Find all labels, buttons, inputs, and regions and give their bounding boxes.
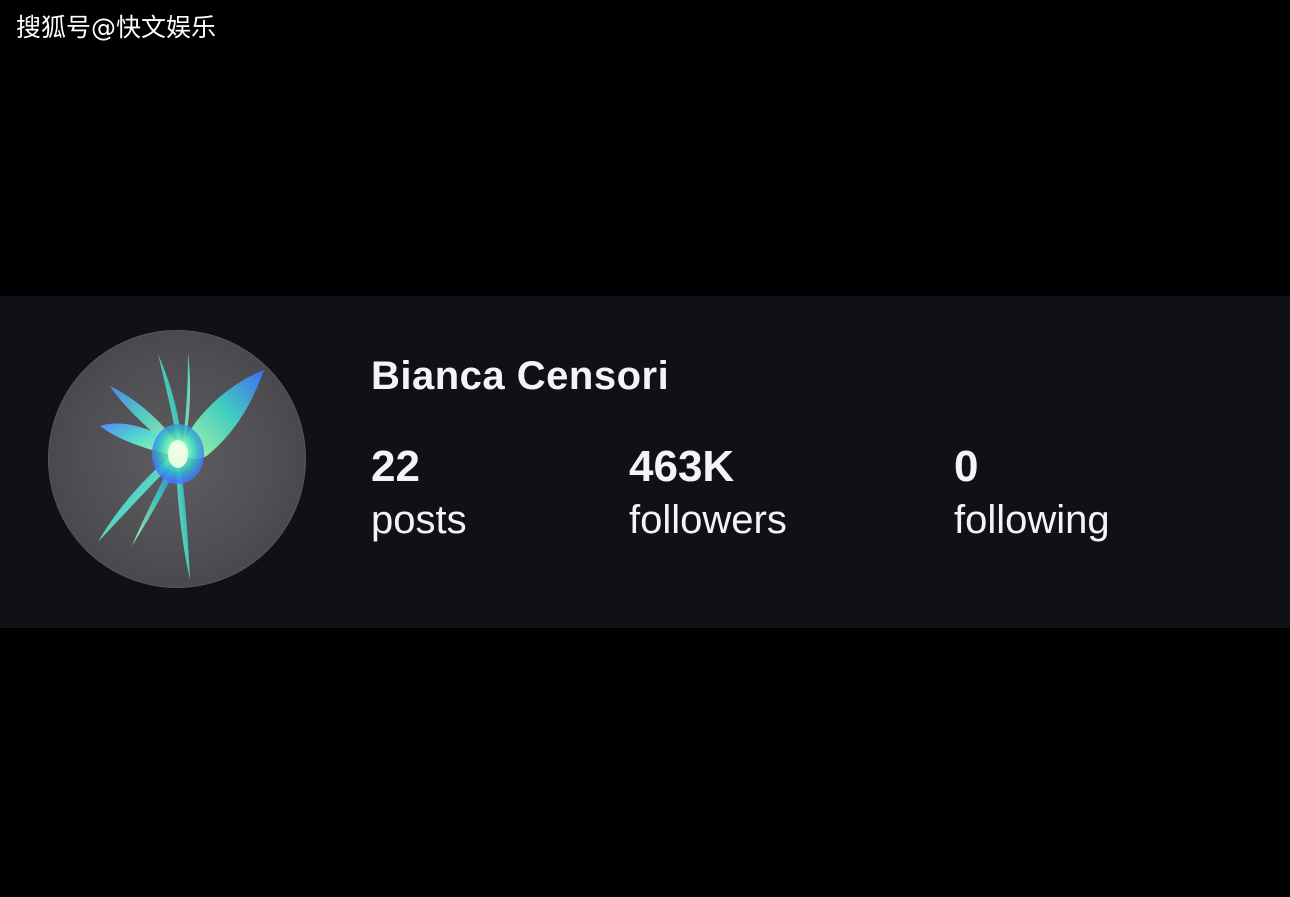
followers-count: 463K (629, 442, 735, 491)
posts-label: posts (371, 498, 467, 542)
followers-label: followers (629, 498, 787, 542)
posts-count: 22 (371, 442, 420, 491)
profile-header: Bianca Censori 22 posts 463K followers 0… (0, 296, 1290, 628)
stat-followers[interactable]: 463K followers (629, 442, 787, 548)
stat-posts[interactable]: 22 posts (371, 442, 467, 548)
profile-name: Bianca Censori (371, 354, 670, 398)
following-count: 0 (954, 442, 979, 491)
avatar[interactable] (48, 330, 306, 588)
following-label: following (954, 498, 1110, 542)
stat-following[interactable]: 0 following (954, 442, 1110, 548)
butterfly-icon (98, 352, 264, 580)
watermark-text: 搜狐号@快文娱乐 (16, 13, 217, 42)
